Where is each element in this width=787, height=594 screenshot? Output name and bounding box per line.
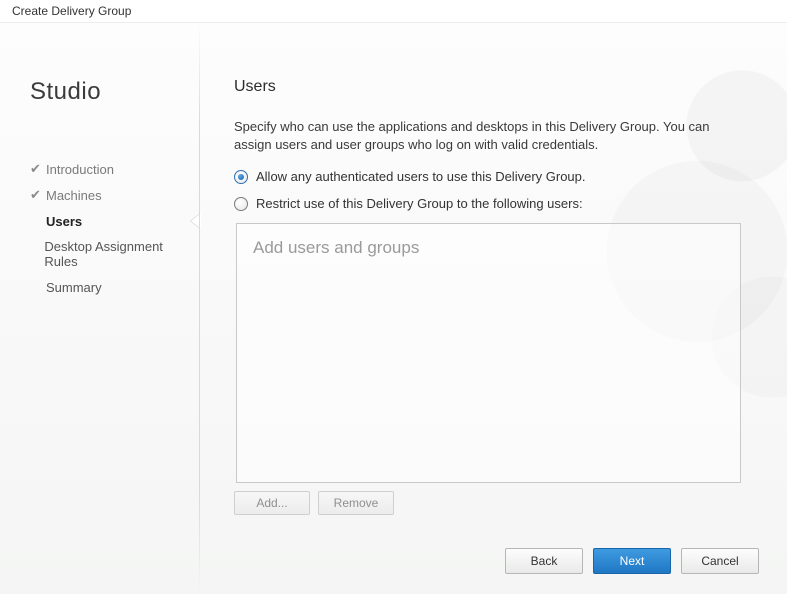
brand-title: Studio (30, 78, 182, 106)
wizard-body: Studio ✔ Introduction ✔ Machines ✔ Users… (0, 23, 787, 594)
step-label: Users (46, 214, 82, 229)
step-introduction[interactable]: ✔ Introduction (30, 156, 182, 182)
step-label: Summary (46, 280, 102, 295)
radio-icon (234, 197, 248, 211)
radio-restrict[interactable]: Restrict use of this Delivery Group to t… (234, 196, 753, 211)
list-actions: Add... Remove (234, 491, 753, 515)
check-icon: ✔ (30, 187, 44, 203)
radio-label: Allow any authenticated users to use thi… (256, 169, 586, 184)
step-label: Introduction (46, 162, 114, 177)
add-button[interactable]: Add... (234, 491, 310, 515)
step-desktop-assignment-rules[interactable]: ✔ Desktop Assignment Rules (30, 234, 182, 274)
wizard-window: Create Delivery Group Studio ✔ Introduct… (0, 0, 787, 594)
step-users[interactable]: ✔ Users (30, 208, 182, 234)
remove-button[interactable]: Remove (318, 491, 394, 515)
page-heading: Users (234, 78, 753, 96)
step-machines[interactable]: ✔ Machines (30, 182, 182, 208)
next-button[interactable]: Next (593, 548, 671, 574)
listbox-placeholder: Add users and groups (253, 238, 724, 258)
step-label: Desktop Assignment Rules (44, 239, 182, 269)
page-description: Specify who can use the applications and… (234, 118, 744, 153)
radio-icon (234, 170, 248, 184)
wizard-sidebar: Studio ✔ Introduction ✔ Machines ✔ Users… (0, 23, 200, 594)
radio-allow-any[interactable]: Allow any authenticated users to use thi… (234, 169, 753, 184)
wizard-steps: ✔ Introduction ✔ Machines ✔ Users ✔ Desk… (30, 156, 182, 300)
radio-label: Restrict use of this Delivery Group to t… (256, 196, 583, 211)
back-button[interactable]: Back (505, 548, 583, 574)
step-label: Machines (46, 188, 102, 203)
check-icon: ✔ (30, 161, 44, 177)
window-title: Create Delivery Group (0, 0, 787, 23)
users-listbox[interactable]: Add users and groups (236, 223, 741, 483)
step-summary[interactable]: ✔ Summary (30, 274, 182, 300)
wizard-footer: Back Next Cancel (505, 548, 759, 574)
wizard-main: Users Specify who can use the applicatio… (200, 23, 787, 594)
cancel-button[interactable]: Cancel (681, 548, 759, 574)
